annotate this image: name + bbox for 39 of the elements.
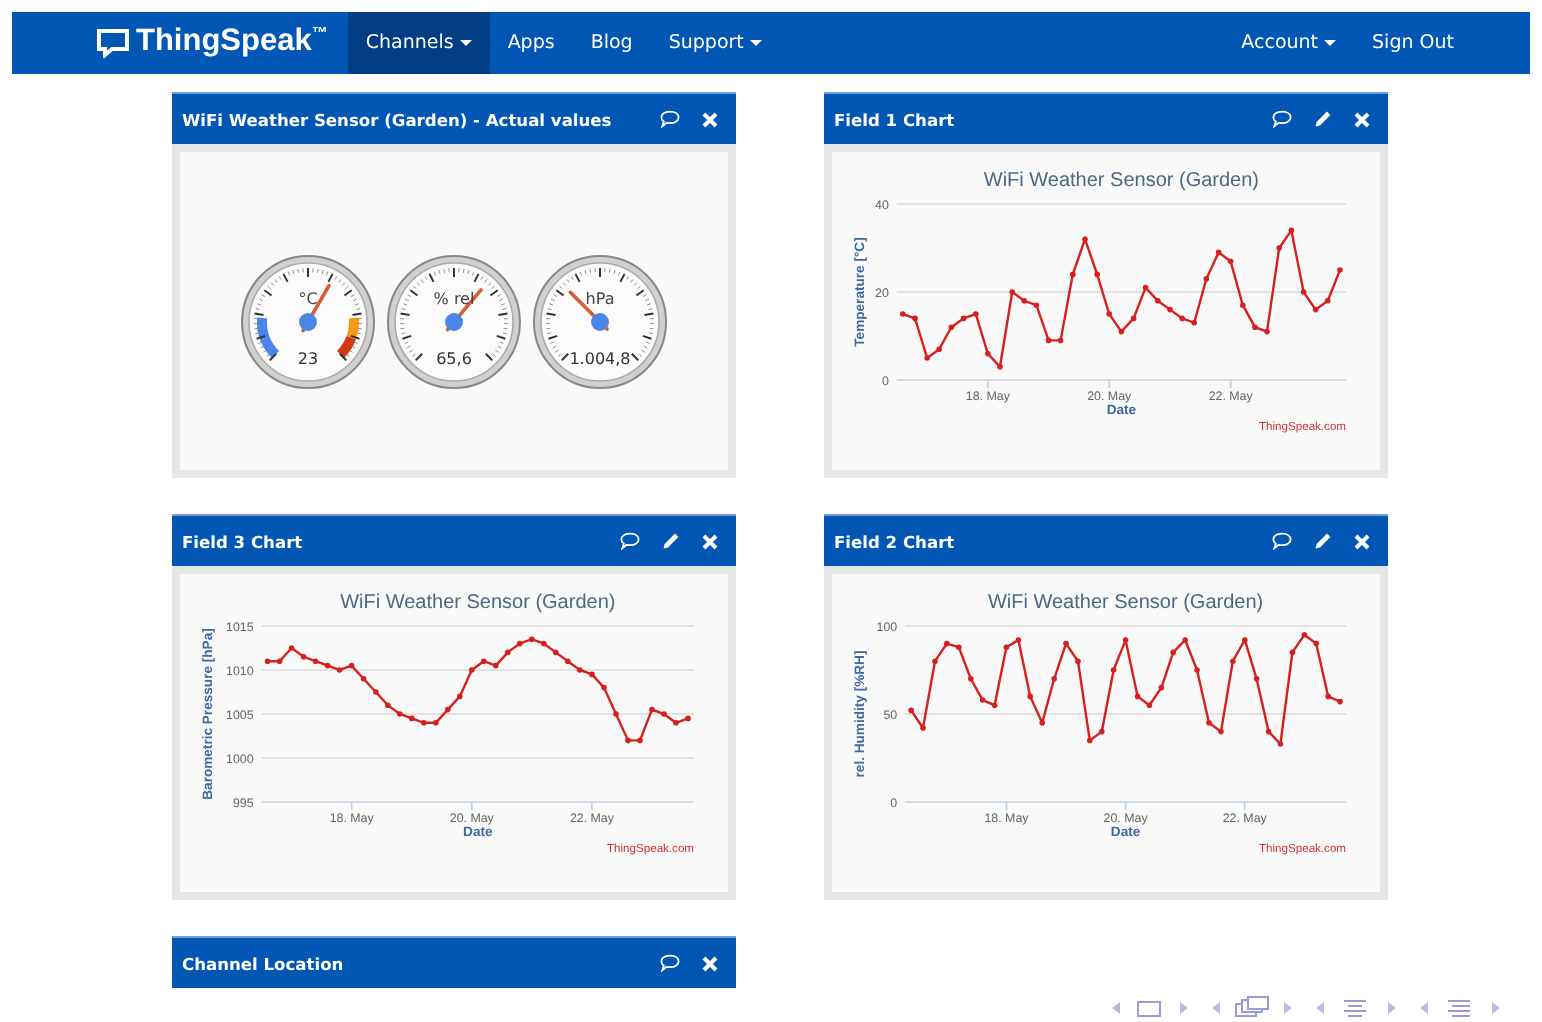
nav-menu-item[interactable]: Channels (347, 12, 490, 74)
pencil-icon[interactable] (662, 532, 680, 550)
subsection-navigation-icon[interactable] (1314, 997, 1398, 1017)
close-icon[interactable] (1354, 533, 1370, 549)
caret-icon (749, 40, 762, 46)
close-icon[interactable] (702, 111, 718, 127)
slide-navigation-icon[interactable] (1110, 997, 1190, 1017)
nav-menu-item[interactable]: Account (1223, 12, 1355, 74)
comment-icon[interactable] (660, 954, 680, 972)
panel-title: Field 3 Chart (182, 531, 305, 551)
caret-icon (1324, 40, 1337, 46)
section-navigation-icon[interactable] (1418, 997, 1502, 1017)
logo-text[interactable]: ThingSpeak$^{™}$ (136, 24, 328, 62)
chart-title: WiFi Weather Sensor (Garden) (987, 592, 1264, 614)
chart-title: WiFi Weather Sensor (Garden) (340, 592, 616, 614)
comment-icon[interactable] (1272, 532, 1292, 550)
close-icon[interactable] (702, 533, 718, 549)
panel-title: WiFi Weather Sensor (Garden) - Actual values (182, 109, 614, 129)
comment-icon[interactable] (660, 110, 680, 128)
chart-title: WiFi Weather Sensor (Garden) (983, 170, 1260, 192)
speech-bubble-logo-icon[interactable] (96, 28, 130, 58)
gauge: hPa 1.004,8 (532, 253, 668, 389)
nav-menu-item[interactable]: Support (650, 12, 780, 74)
nav-menu-item[interactable]: Apps (489, 12, 573, 74)
close-icon[interactable] (702, 955, 718, 971)
panel-title: Channel Location (182, 953, 346, 973)
panel-title: Field 2 Chart (834, 531, 957, 551)
comment-icon[interactable] (620, 532, 640, 550)
comment-icon[interactable] (1272, 110, 1292, 128)
gauge: °C 23 (240, 253, 376, 389)
nav-menu-item[interactable]: Blog (572, 12, 651, 74)
frame-navigation-icon[interactable] (1210, 996, 1294, 1018)
pencil-icon[interactable] (1314, 532, 1332, 550)
gauge: % rel 65,6 (386, 253, 522, 389)
caret-icon (459, 40, 472, 46)
pencil-icon[interactable] (1314, 110, 1332, 128)
nav-menu-item[interactable]: Sign Out (1354, 12, 1472, 74)
close-icon[interactable] (1354, 111, 1370, 127)
panel-title: Field 1 Chart (834, 109, 957, 129)
